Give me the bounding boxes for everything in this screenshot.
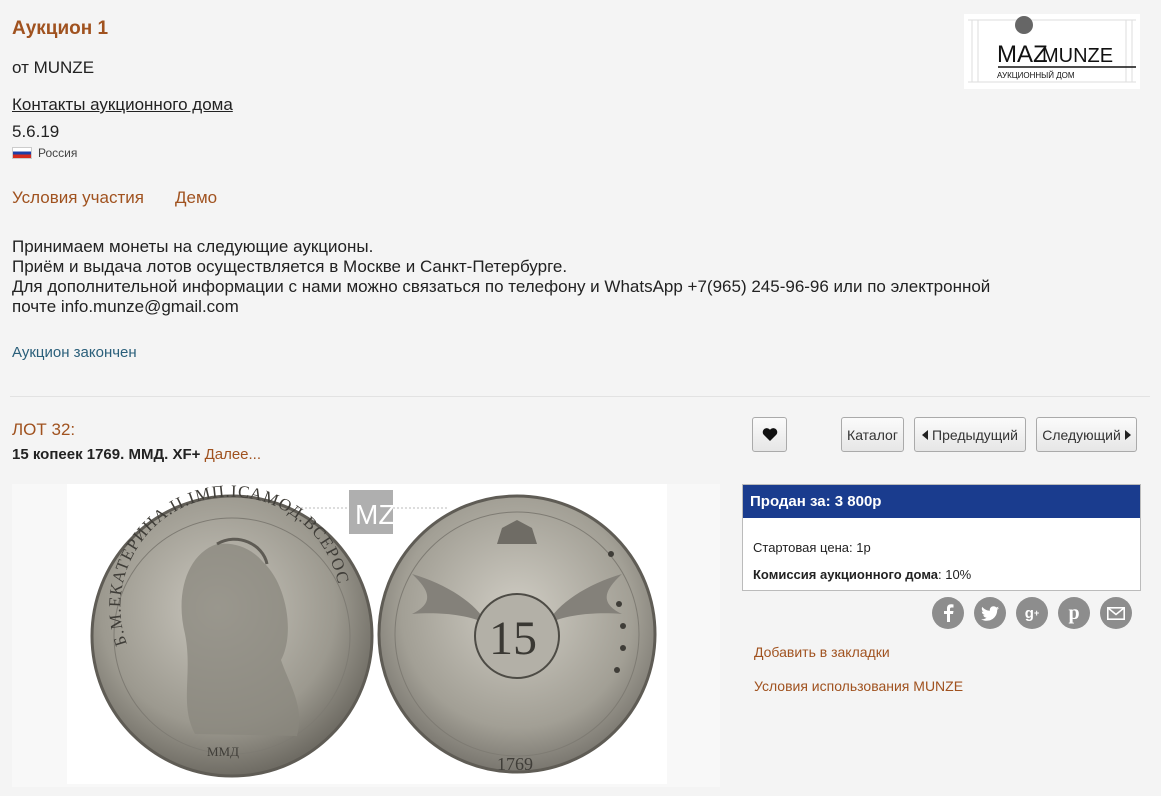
lot-number: ЛОТ 32: [12,420,76,439]
start-price-value: 1р [856,540,871,555]
twitter-icon[interactable] [974,597,1006,629]
svg-text:ММД: ММД [207,744,239,759]
commission: Комиссия аукционного дома: 10% [753,567,971,582]
logo-mark: MAZ [997,41,1048,68]
lot-photo-frame: MZ Б.М.ЕКАТЕРИНА.II.IМП.IСАМОД.ВСЕРОС ММ… [12,482,720,787]
country: Россия [12,146,77,160]
divider [10,396,1150,397]
lot-title: 15 копеек 1769. ММД. XF+ [12,446,201,463]
chevron-right-icon [1124,429,1131,440]
russia-flag-icon [12,147,32,159]
mail-icon[interactable] [1100,597,1132,629]
description-line: Принимаем монеты на следующие аукционы. [12,237,374,256]
auction-links: Условия участия Демо [12,188,217,208]
previous-button[interactable]: Предыдущий [914,417,1026,452]
next-label: Следующий [1042,426,1121,443]
coin-reverse: 15 1769 [377,494,657,774]
contacts-link[interactable]: Контакты аукционного дома [12,95,233,115]
description-line: почте info.munze@gmail.com [12,297,239,316]
auction-status: Аукцион закончен [12,344,137,361]
favorite-button[interactable] [752,417,787,452]
lot-photo[interactable]: MZ Б.М.ЕКАТЕРИНА.II.IМП.IСАМОД.ВСЕРОС ММ… [67,482,667,784]
svg-text:1769: 1769 [497,754,533,774]
auction-house-name: от MUNZE [12,58,95,77]
logo-subtitle: АУКЦИОННЫЙ ДОМ [997,71,1075,80]
heart-icon [762,428,777,441]
start-price-label: Стартовая цена: [753,540,857,555]
svg-text:15: 15 [489,612,537,665]
previous-label: Предыдущий [932,426,1018,443]
lot-name: 15 копеек 1769. ММД. XF+ Далее... [12,446,261,463]
demo-link[interactable]: Демо [175,188,217,208]
description-line: Для дополнительной информации с нами мож… [12,277,991,296]
add-bookmark-link[interactable]: Добавить в закладки [754,644,890,660]
auction-date: 5.6.19 [12,122,60,141]
logo-brand: MUNZE [1042,45,1113,67]
svg-text:MZ: MZ [355,499,395,530]
start-price: Стартовая цена: 1р [753,540,871,555]
commission-label: Комиссия аукционного дома [753,567,938,582]
commission-value: : 10% [938,567,972,582]
description-line: Приём и выдача лотов осуществляется в Мо… [12,257,568,276]
auction-description: Принимаем монеты на следующие аукционы. … [12,237,1122,317]
lot-more-link[interactable]: Далее... [205,446,261,463]
facebook-icon[interactable] [932,597,964,629]
pinterest-icon[interactable]: p [1058,597,1090,629]
coin-obverse: Б.М.ЕКАТЕРИНА.II.IМП.IСАМОД.ВСЕРОС ММД [90,482,374,778]
participation-terms-link[interactable]: Условия участия [12,188,144,208]
country-label: Россия [38,146,78,160]
catalog-button[interactable]: Каталог [841,417,904,452]
next-button[interactable]: Следующий [1036,417,1137,452]
terms-of-use-link[interactable]: Условия использования MUNZE [754,678,963,694]
chevron-left-icon [922,429,929,440]
catalog-label: Каталог [847,426,898,443]
google-plus-icon[interactable]: g + [1016,597,1048,629]
munze-logo[interactable]: MAZ MUNZE АУКЦИОННЫЙ ДОМ [964,14,1140,89]
social-share: g + p [932,597,1132,629]
sale-info-box: Продан за: 3 800р Стартовая цена: 1р Ком… [742,484,1141,591]
auction-title: Аукцион 1 [12,18,109,39]
sold-price: Продан за: 3 800р [743,485,1140,518]
